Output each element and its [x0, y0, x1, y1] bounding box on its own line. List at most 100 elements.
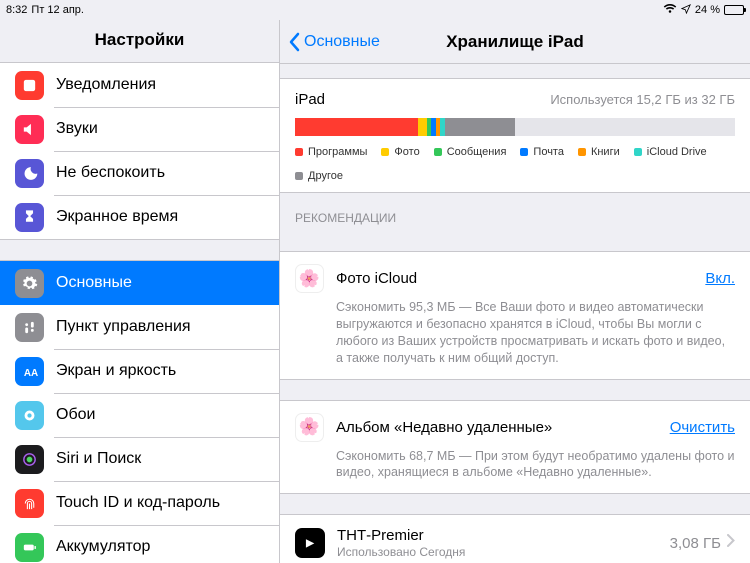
screen-time-icon	[15, 203, 44, 232]
recommendation-title: Фото iCloud	[336, 270, 705, 287]
sidebar-item-label: Siri и Поиск	[56, 450, 141, 468]
sidebar-item-label: Обои	[56, 406, 95, 424]
sounds-icon	[15, 115, 44, 144]
legend-swatch	[520, 148, 528, 156]
photos-icon: 🌸	[295, 264, 324, 293]
recommendations-header: РЕКОМЕНДАЦИИ	[280, 193, 750, 231]
sidebar-item-touch-id[interactable]: Touch ID и код-пароль	[0, 481, 279, 525]
sidebar-group-1: Уведомления Звуки Не беспокоить Экранное вр…	[0, 62, 279, 240]
legend-item: Почта	[520, 146, 564, 158]
recommendation: 🌸 Альбом «Недавно удаленные» Очистить Сэ…	[280, 401, 750, 494]
sidebar-item-display-brightness[interactable]: AA Экран и яркость	[0, 349, 279, 393]
legend-item: Другое	[295, 170, 343, 182]
app-subtitle: Использовано Сегодня	[337, 545, 670, 559]
chevron-left-icon	[288, 32, 300, 52]
sidebar-title: Настройки	[0, 20, 279, 62]
detail-content[interactable]: iPad Используется 15,2 ГБ из 32 ГБ Прогр…	[280, 64, 750, 563]
sidebar-item-label: Touch ID и код-пароль	[56, 494, 220, 512]
storage-device: iPad	[295, 91, 325, 108]
sidebar-group-2: Основные Пункт управления AA Экран и яркост…	[0, 260, 279, 563]
storage-segment	[418, 118, 427, 136]
battery-pct: 24 %	[695, 4, 720, 16]
app-icon: ▶	[295, 528, 325, 558]
storage-segment	[445, 118, 515, 136]
legend-item: Сообщения	[434, 146, 507, 158]
battery-icon	[724, 5, 744, 15]
touch-id-icon	[15, 489, 44, 518]
sidebar-item-siri-search[interactable]: Siri и Поиск	[0, 437, 279, 481]
storage-segment	[295, 118, 418, 136]
sidebar-item-label: Звуки	[56, 120, 98, 138]
sidebar-item-battery[interactable]: Аккумулятор	[0, 525, 279, 563]
sidebar-item-label: Пункт управления	[56, 318, 191, 336]
legend-swatch	[295, 172, 303, 180]
sidebar-item-do-not-disturb[interactable]: Не беспокоить	[0, 151, 279, 195]
status-bar: 8:32 Пт 12 апр. 24 %	[0, 0, 750, 20]
settings-sidebar[interactable]: Настройки Уведомления Звуки Не беспокоить Э…	[0, 20, 280, 563]
app-size: 3,08 ГБ	[670, 535, 721, 552]
detail-nav: Основные Хранилище iPad	[280, 20, 750, 64]
control-center-icon	[15, 313, 44, 342]
sidebar-item-label: Не беспокоить	[56, 164, 165, 182]
recommendation-card: 🌸 Альбом «Недавно удаленные» Очистить Сэ…	[280, 400, 750, 495]
back-button[interactable]: Основные	[288, 32, 380, 52]
legend-swatch	[295, 148, 303, 156]
legend-label: Другое	[308, 170, 343, 182]
legend-swatch	[381, 148, 389, 156]
back-label: Основные	[304, 33, 380, 51]
notifications-icon	[15, 71, 44, 100]
legend-swatch	[434, 148, 442, 156]
apps-list: ▶ ТНТ-Premier Использовано Сегодня 3,08 …	[280, 514, 750, 563]
legend-swatch	[578, 148, 586, 156]
legend-item: Книги	[578, 146, 620, 158]
legend-swatch	[634, 148, 642, 156]
detail-pane: Основные Хранилище iPad iPad Используетс…	[280, 20, 750, 563]
storage-card: iPad Используется 15,2 ГБ из 32 ГБ Прогр…	[280, 78, 750, 193]
recommendation-desc: Сэкономить 68,7 МБ — При этом будут необ…	[336, 448, 735, 482]
general-icon	[15, 269, 44, 298]
recommendation-desc: Сэкономить 95,3 МБ — Все Ваши фото и вид…	[336, 299, 735, 367]
app-row[interactable]: ▶ ТНТ-Premier Использовано Сегодня 3,08 …	[280, 515, 750, 563]
sidebar-item-control-center[interactable]: Пункт управления	[0, 305, 279, 349]
legend-label: Программы	[308, 146, 367, 158]
sidebar-item-label: Уведомления	[56, 76, 156, 94]
sidebar-item-label: Экранное время	[56, 208, 178, 226]
legend-label: Фото	[394, 146, 419, 158]
legend-item: iCloud Drive	[634, 146, 707, 158]
legend-item: Программы	[295, 146, 367, 158]
siri-search-icon	[15, 445, 44, 474]
legend-item: Фото	[381, 146, 419, 158]
chevron-right-icon	[727, 534, 735, 552]
battery-icon	[15, 533, 44, 562]
legend-label: Почта	[533, 146, 564, 158]
sidebar-item-sounds[interactable]: Звуки	[0, 107, 279, 151]
recommendation-action[interactable]: Вкл.	[705, 270, 735, 287]
recommendation-title: Альбом «Недавно удаленные»	[336, 419, 670, 436]
status-date: Пт 12 апр.	[31, 4, 84, 16]
sidebar-item-label: Аккумулятор	[56, 538, 150, 556]
recommendation-card: 🌸 Фото iCloud Вкл. Сэкономить 95,3 МБ — …	[280, 251, 750, 380]
legend-label: Сообщения	[447, 146, 507, 158]
storage-used-text: Используется 15,2 ГБ из 32 ГБ	[550, 92, 735, 107]
legend-label: Книги	[591, 146, 620, 158]
sidebar-item-label: Экран и яркость	[56, 362, 176, 380]
sidebar-item-screen-time[interactable]: Экранное время	[0, 195, 279, 239]
do-not-disturb-icon	[15, 159, 44, 188]
recommendation-action[interactable]: Очистить	[670, 419, 735, 436]
sidebar-item-general[interactable]: Основные	[0, 261, 279, 305]
sidebar-item-wallpaper[interactable]: Обои	[0, 393, 279, 437]
photos-icon: 🌸	[295, 413, 324, 442]
display-brightness-icon: AA	[15, 357, 44, 386]
app-name: ТНТ-Premier	[337, 527, 670, 545]
sidebar-item-notifications[interactable]: Уведомления	[0, 63, 279, 107]
storage-bar	[295, 118, 735, 136]
svg-text:AA: AA	[24, 367, 38, 378]
wallpaper-icon	[15, 401, 44, 430]
sidebar-item-label: Основные	[56, 274, 132, 292]
wifi-icon	[663, 4, 677, 17]
status-time: 8:32	[6, 4, 27, 16]
recommendation: 🌸 Фото iCloud Вкл. Сэкономить 95,3 МБ — …	[280, 252, 750, 379]
location-icon	[681, 4, 691, 17]
legend-label: iCloud Drive	[647, 146, 707, 158]
storage-legend: Программы Фото Сообщения Почта Книги iCloud D…	[295, 146, 735, 182]
